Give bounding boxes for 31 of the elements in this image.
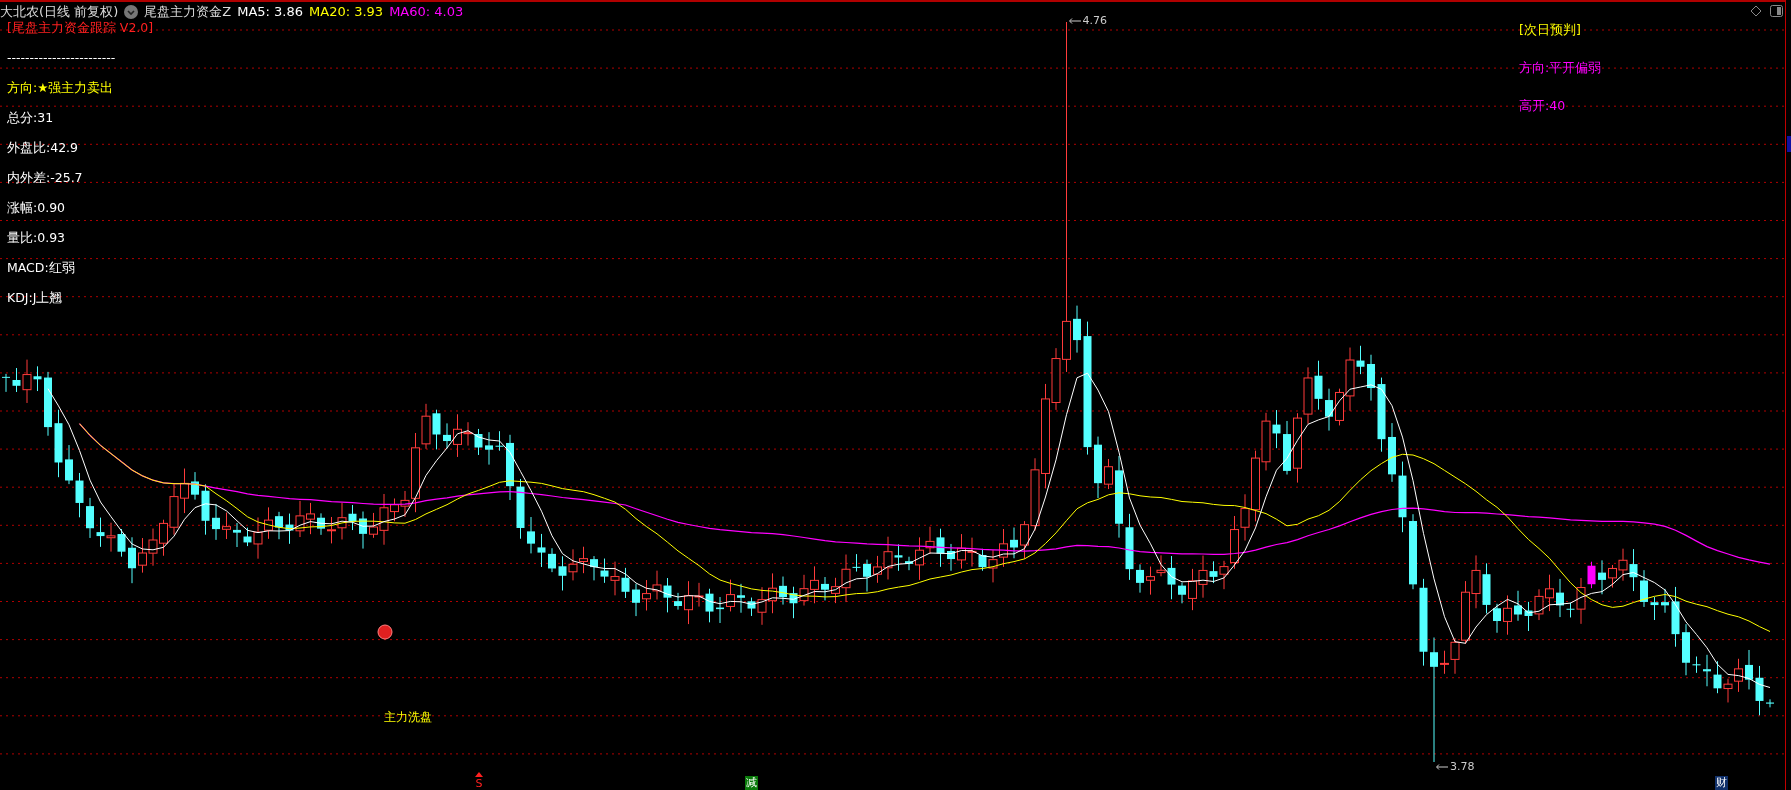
- indicator-reading: MACD:红弱: [7, 260, 76, 277]
- reduce-signal: 减: [745, 776, 758, 790]
- indicator-reading: 外盘比:42.9: [7, 140, 80, 157]
- forecast-reading: 高开:40: [1519, 98, 1567, 114]
- finance-signal: 财: [1715, 776, 1728, 790]
- moving-average-value: MA5: 3.86: [237, 3, 304, 20]
- forecast-reading: 方向:平开偏弱: [1519, 60, 1602, 76]
- diamond-icon[interactable]: [1750, 5, 1762, 17]
- indicator-reading: 方向:★强主力卖出: [7, 80, 115, 97]
- up-arrow-icon: [475, 772, 483, 777]
- indicator-name: 尾盘主力资金Z: [144, 3, 232, 20]
- indicator-reading: 量比:0.93: [7, 230, 67, 247]
- indicator-reading: 涨幅:0.90: [7, 200, 67, 217]
- chevron-down-icon[interactable]: [124, 4, 139, 19]
- low-price-label: 3.78: [1450, 760, 1475, 773]
- sell-mark: S: [475, 778, 483, 790]
- separator-line: ------------------------: [7, 50, 117, 67]
- forecast-title: [次日预判]: [1519, 22, 1582, 38]
- stock-name: 大北农(日线 前复权): [0, 3, 119, 20]
- left-arrow-icon: [1436, 763, 1448, 770]
- left-arrow-icon: [1068, 17, 1081, 24]
- indicator-reading: 内外差:-25.7: [7, 170, 84, 187]
- high-price-label: 4.76: [1082, 14, 1107, 27]
- panel-toggle-icon[interactable]: [1770, 5, 1783, 17]
- moving-average-value: MA60: 4.03: [389, 3, 464, 20]
- indicator-reading: 总分:31: [7, 110, 55, 127]
- indicator-reading: KDJ:J上翘: [7, 290, 64, 307]
- moving-average-value: MA20: 3.93: [309, 3, 384, 20]
- indicator-title: [尾盘主力资金跟踪 V2.0]: [7, 20, 154, 37]
- chart-annotation: 主力洗盘: [384, 709, 432, 726]
- ball-icon: [377, 624, 393, 640]
